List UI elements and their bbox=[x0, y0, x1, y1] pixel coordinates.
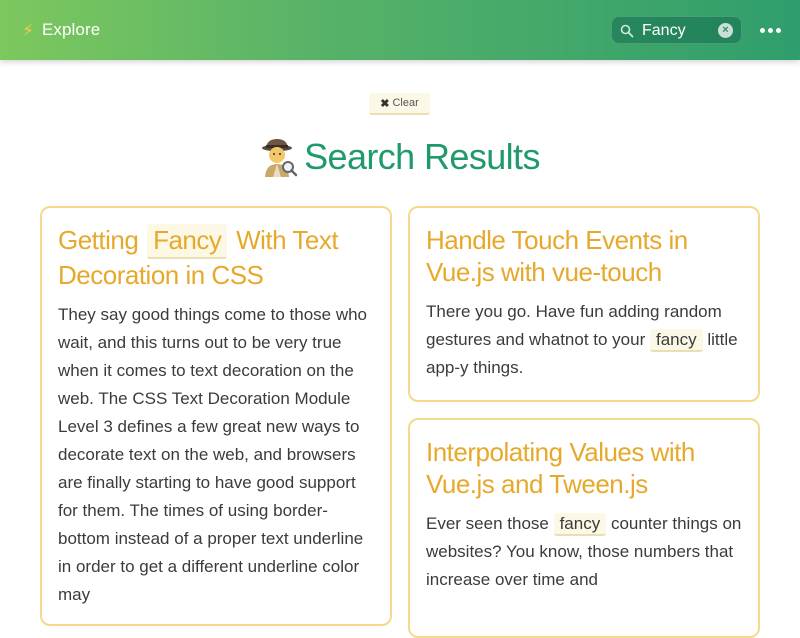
result-card[interactable]: Getting Fancy With Text Decoration in CS… bbox=[40, 206, 392, 626]
page-title: Search Results bbox=[0, 134, 800, 180]
search-input[interactable] bbox=[642, 20, 714, 42]
result-title[interactable]: Getting Fancy With Text Decoration in CS… bbox=[58, 224, 374, 291]
top-bar: ⚡ Explore × bbox=[0, 0, 800, 60]
search-icon bbox=[620, 24, 634, 38]
result-excerpt: They say good things come to those who w… bbox=[58, 304, 368, 604]
search-match-highlight: fancy bbox=[553, 513, 607, 537]
result-excerpt: Ever seen those fancy counter things on … bbox=[426, 513, 742, 589]
close-icon: ✖ bbox=[380, 97, 390, 110]
clear-button-label: Clear bbox=[392, 97, 419, 109]
result-card[interactable]: Interpolating Values with Vue.js and Twe… bbox=[408, 418, 760, 638]
search-box[interactable]: × bbox=[611, 16, 742, 44]
search-match-highlight: Fancy bbox=[147, 224, 228, 259]
result-excerpt: There you go. Have fun adding random ges… bbox=[426, 302, 738, 377]
app-brand[interactable]: ⚡ Explore bbox=[22, 18, 100, 42]
app-title: Explore bbox=[41, 20, 101, 39]
search-results-heading: Search Results bbox=[304, 136, 540, 177]
result-title[interactable]: Handle Touch Events in Vue.js with vue-t… bbox=[426, 224, 742, 288]
detective-icon bbox=[262, 139, 298, 177]
result-card[interactable]: Handle Touch Events in Vue.js with vue-t… bbox=[408, 206, 760, 402]
lightning-bolt-icon: ⚡ bbox=[22, 20, 34, 40]
clear-button[interactable]: ✖ Clear bbox=[369, 93, 430, 115]
more-dots-icon[interactable] bbox=[760, 22, 786, 38]
result-title[interactable]: Interpolating Values with Vue.js and Twe… bbox=[426, 436, 742, 500]
search-match-highlight: fancy bbox=[649, 329, 703, 353]
clear-search-icon[interactable]: × bbox=[718, 23, 733, 38]
